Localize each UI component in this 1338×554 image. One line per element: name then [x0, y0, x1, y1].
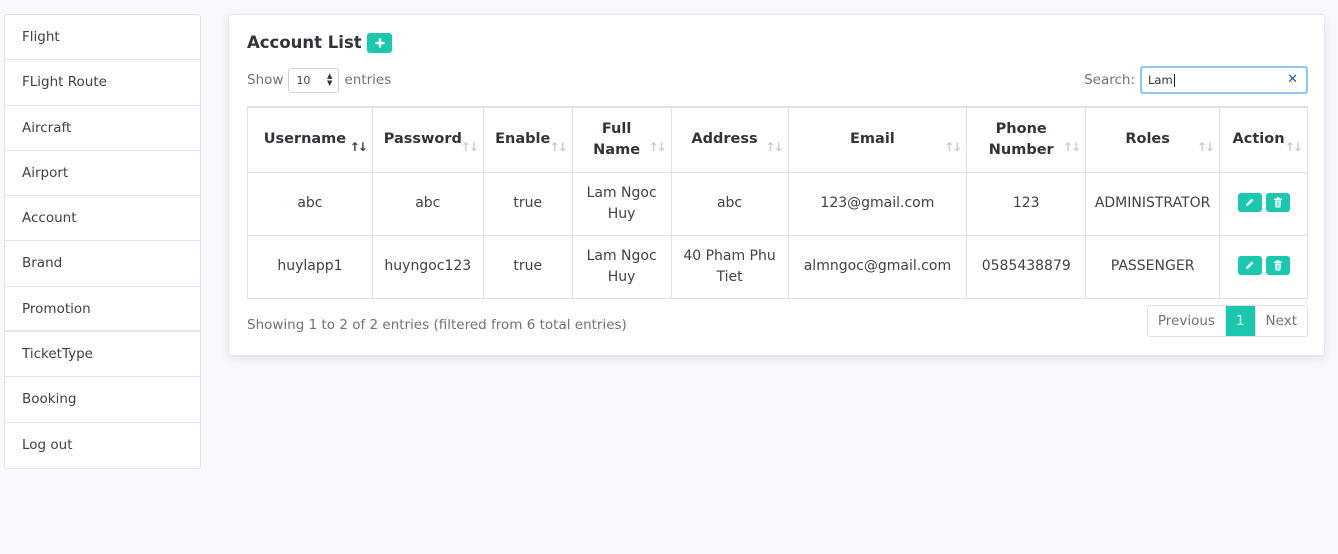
sort-icon: ↑↓: [1196, 140, 1215, 154]
sort-icon: ↑↓: [1063, 140, 1081, 154]
cell-username: abc: [247, 171, 373, 236]
cell-full-name: Lam Ngoc Huy: [571, 234, 672, 299]
cell-roles: PASSENGER: [1085, 234, 1221, 299]
cell-password: abc: [371, 171, 484, 236]
sort-icon: ↑↓: [460, 140, 479, 154]
edit-icon: [1245, 198, 1254, 207]
cell-full-name: Lam Ngoc Huy: [571, 171, 672, 236]
column-header-full-name[interactable]: Full Name ↑↓: [571, 106, 672, 173]
page-title: Account List: [247, 33, 362, 52]
sidebar-item-logout[interactable]: Log out: [5, 423, 200, 468]
entries-per-page-value: 10: [296, 73, 311, 87]
sort-asc-icon: ↑↓: [349, 140, 368, 154]
account-table: Username ↑↓ Password ↑↓ Enable ↑↓ Full Name…: [247, 106, 1308, 299]
column-header-address[interactable]: Address ↑↓: [670, 106, 789, 173]
cell-phone: 0585438879: [966, 234, 1087, 299]
table-header-row: Username ↑↓ Password ↑↓ Enable ↑↓ Full Name…: [247, 106, 1308, 173]
table-info: Showing 1 to 2 of 2 entries (filtered fr…: [247, 317, 627, 333]
search-input[interactable]: Lam ✕: [1140, 66, 1308, 94]
sidebar-item-promotion[interactable]: Promotion: [5, 287, 200, 333]
cell-address: 40 Pham Phu Tiet: [670, 234, 789, 299]
delete-button[interactable]: [1265, 255, 1290, 275]
search-label: Search:: [1084, 72, 1135, 88]
pagination-page-1[interactable]: 1: [1225, 306, 1255, 336]
sidebar-item-tickettype[interactable]: TicketType: [5, 332, 200, 378]
sort-icon: ↑↓: [1284, 140, 1303, 154]
delete-button[interactable]: [1265, 192, 1290, 212]
column-header-phone-number[interactable]: Phone Number ↑↓: [966, 106, 1087, 173]
cell-enable: true: [482, 171, 573, 236]
plus-icon: [375, 38, 384, 48]
pagination-previous[interactable]: Previous: [1148, 306, 1226, 336]
column-header-enable[interactable]: Enable ↑↓: [482, 106, 573, 173]
trash-icon: [1273, 260, 1282, 271]
edit-button[interactable]: [1237, 255, 1262, 275]
cell-enable: true: [482, 234, 573, 299]
sort-icon: ↑↓: [944, 140, 962, 154]
cell-email: 123@gmail.com: [787, 171, 968, 236]
trash-icon: [1273, 197, 1282, 208]
edit-icon: [1245, 261, 1254, 270]
pagination-next[interactable]: Next: [1254, 306, 1307, 336]
close-icon[interactable]: ✕: [1287, 72, 1298, 87]
column-header-email[interactable]: Email ↑↓: [787, 106, 968, 173]
edit-button[interactable]: [1237, 192, 1262, 212]
column-header-roles[interactable]: Roles ↑↓: [1085, 106, 1221, 173]
sort-icon: ↑↓: [765, 140, 783, 154]
cell-roles: ADMINISTRATOR: [1085, 171, 1221, 236]
cell-action: [1219, 171, 1308, 236]
select-arrows-icon: ▲ ▼: [327, 71, 333, 87]
entries-per-page-select[interactable]: 10 ▲ ▼: [288, 67, 340, 93]
length-prefix: Show: [247, 72, 284, 88]
table-row: huylapp1 huyngoc123 true Lam Ngoc Huy 40…: [247, 234, 1308, 299]
sidebar-item-aircraft[interactable]: Aircraft: [5, 106, 200, 151]
cell-email: almngoc@gmail.com: [787, 234, 968, 299]
sidebar-item-brand[interactable]: Brand: [5, 241, 200, 287]
sidebar-item-account[interactable]: Account: [5, 196, 200, 242]
column-header-username[interactable]: Username ↑↓: [247, 106, 373, 173]
sidebar: Flight FLight Route Aircraft Airport Acc…: [4, 14, 201, 469]
column-header-action[interactable]: Action ↑↓: [1219, 106, 1308, 173]
sidebar-item-airport[interactable]: Airport: [5, 151, 200, 197]
search-value: Lam: [1148, 73, 1173, 87]
sidebar-item-booking[interactable]: Booking: [5, 377, 200, 423]
cell-password: huyngoc123: [371, 234, 484, 299]
cell-phone: 123: [966, 171, 1087, 236]
cell-username: huylapp1: [247, 234, 373, 299]
length-control: Show 10 ▲ ▼ entries: [247, 67, 391, 93]
pagination: Previous 1 Next: [1146, 305, 1308, 337]
sidebar-item-flight-route[interactable]: FLight Route: [5, 60, 200, 106]
account-list-card: Account List Show 10 ▲ ▼ entries Search: …: [228, 14, 1325, 356]
add-account-button[interactable]: [367, 33, 392, 53]
search-control: Search: Lam ✕: [1084, 66, 1308, 94]
cell-action: [1219, 234, 1308, 299]
text-caret: [1173, 73, 1175, 87]
sort-icon: ↑↓: [648, 140, 666, 154]
length-suffix: entries: [344, 72, 392, 88]
sort-icon: ↑↓: [549, 140, 568, 154]
column-header-password[interactable]: Password ↑↓: [371, 106, 484, 173]
cell-address: abc: [670, 171, 789, 236]
sidebar-item-flight[interactable]: Flight: [5, 15, 200, 61]
table-row: abc abc true Lam Ngoc Huy abc 123@gmail.…: [247, 171, 1308, 236]
